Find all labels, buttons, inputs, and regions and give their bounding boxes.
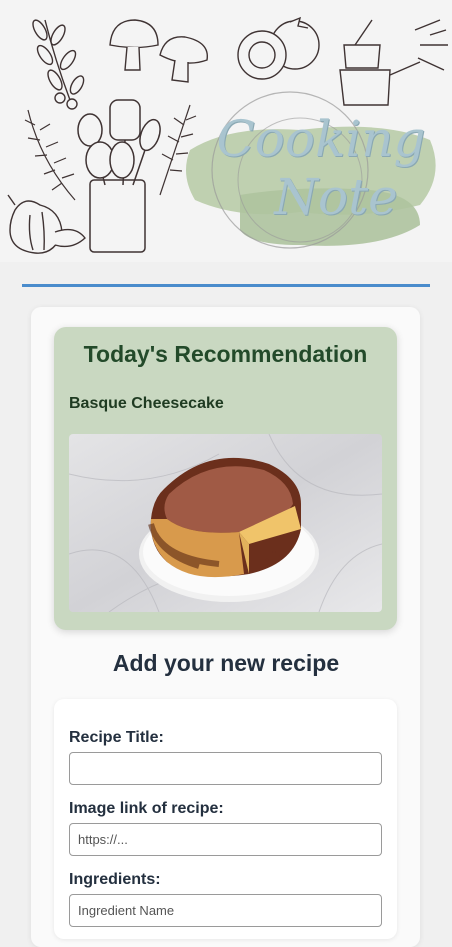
ingredients-label: Ingredients: — [69, 871, 161, 888]
recommendation-panel: Today's Recommendation Basque Cheesecake — [54, 327, 397, 630]
header-banner: Cooking Note — [0, 0, 452, 262]
app-logo: Cooking Note — [206, 110, 436, 226]
logo-line-2: Note — [274, 168, 398, 226]
add-recipe-form: Recipe Title: Image link of recipe: Ingr… — [54, 699, 397, 939]
recipe-title-label: Recipe Title: — [69, 729, 164, 746]
ingredient-name-input[interactable] — [69, 894, 382, 927]
recipe-title-input[interactable] — [69, 752, 382, 785]
image-link-input[interactable] — [69, 823, 382, 856]
recommendation-title: Today's Recommendation — [83, 341, 368, 367]
logo-line-1: Cooking — [216, 110, 426, 168]
cheesecake-image[interactable] — [69, 434, 382, 612]
image-link-label: Image link of recipe: — [69, 800, 224, 817]
recommendation-recipe-name[interactable]: Basque Cheesecake — [69, 395, 224, 413]
add-recipe-heading: Add your new recipe — [112, 650, 340, 676]
header-divider — [22, 284, 430, 287]
